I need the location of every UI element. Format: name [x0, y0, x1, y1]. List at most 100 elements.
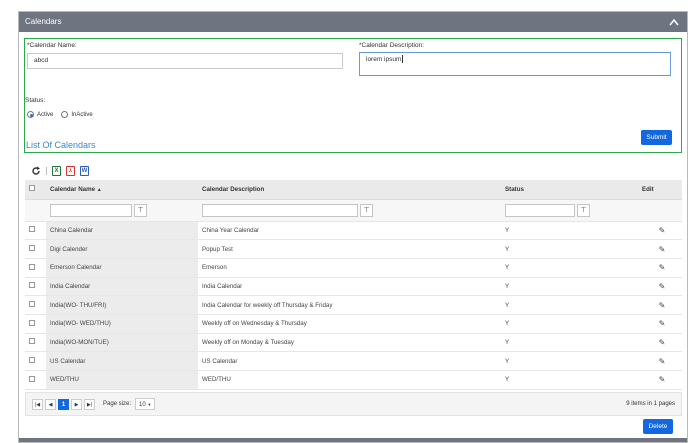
calendar-name-cell: India(WO- WED/THU) — [46, 314, 198, 334]
last-page-button[interactable]: ▶| — [84, 398, 95, 410]
page-number-button[interactable]: 1 — [58, 398, 69, 410]
status-filter-icon[interactable]: ⊤ — [577, 203, 590, 217]
page-size-select[interactable]: 10 ▼ — [135, 398, 156, 410]
panel-title: Calendars — [25, 17, 62, 26]
filter-row: ⊤ ⊤ ⊤ — [25, 199, 682, 222]
status-inactive-radio[interactable] — [61, 111, 69, 118]
row-checkbox[interactable] — [29, 375, 35, 382]
table-row[interactable]: Digi Calender Popup Test Y ✎ — [25, 239, 682, 259]
calendar-description-cell: US Calendar — [198, 351, 501, 371]
row-checkbox-cell[interactable] — [25, 314, 46, 334]
column-header-calendar-description[interactable]: Calendar Description — [198, 180, 501, 200]
table-row[interactable]: India Calendar India Calendar Y ✎ — [25, 277, 682, 297]
next-page-button[interactable]: ▶ — [71, 398, 82, 410]
calendar-name-cell: China Calendar — [46, 221, 198, 241]
sort-ascending-icon: ▲ — [96, 186, 102, 193]
row-checkbox-cell[interactable] — [25, 295, 46, 315]
edit-pencil-icon[interactable]: ✎ — [638, 370, 682, 390]
filter-cell-name: ⊤ — [46, 199, 198, 222]
list-title: List Of Calendars — [26, 140, 96, 150]
status-active-radio[interactable] — [27, 111, 34, 118]
calendar-name-cell: Emerson Calendar — [46, 258, 198, 278]
table-row[interactable]: India(WO- THU/FRI) India Calendar for wee… — [25, 295, 682, 315]
column-header-status[interactable]: Status — [501, 180, 638, 200]
status-cell: Y — [501, 239, 638, 259]
calendar-name-label: *Calendar Name: — [27, 42, 77, 49]
filter-cell-status: ⊤ — [501, 199, 638, 222]
toolbar-separator — [46, 167, 47, 175]
row-checkbox-cell[interactable] — [25, 258, 46, 278]
refresh-icon[interactable] — [31, 166, 41, 176]
select-all-cell[interactable] — [25, 180, 46, 200]
row-checkbox[interactable] — [29, 282, 35, 289]
table-row[interactable]: WED/THU WED/THU Y ✎ — [25, 370, 682, 390]
row-checkbox[interactable] — [29, 319, 35, 326]
calendar-name-input[interactable]: abcd — [27, 53, 343, 69]
edit-pencil-icon[interactable]: ✎ — [638, 351, 682, 371]
row-checkbox[interactable] — [29, 357, 35, 364]
calendar-description-cell: India Calendar — [198, 277, 501, 297]
description-filter-icon[interactable]: ⊤ — [360, 203, 373, 217]
calendar-name-cell: India(WO-MON/TUE) — [46, 333, 198, 353]
delete-button[interactable]: Delete — [643, 419, 673, 434]
row-checkbox-cell[interactable] — [25, 351, 46, 371]
table-row[interactable]: India(WO- WED/THU) Weekly off on Wednesda… — [25, 314, 682, 334]
column-header-calendar-name[interactable]: Calendar Name ▲ — [46, 180, 198, 200]
calendar-description-cell: Weekly off on Wednesday & Thursday — [198, 314, 501, 334]
calendar-description-value: lorem ipsum — [366, 56, 402, 63]
edit-pencil-icon[interactable]: ✎ — [638, 239, 682, 259]
name-filter-icon[interactable]: ⊤ — [134, 203, 147, 217]
row-checkbox[interactable] — [29, 245, 35, 252]
panel-footer-bar — [19, 438, 687, 442]
calendar-description-cell: China Year Calendar — [198, 221, 501, 241]
calendars-panel: Calendars *Calendar Name: abcd *Calendar… — [18, 11, 688, 443]
row-checkbox[interactable] — [29, 263, 35, 270]
filter-empty-cell — [638, 199, 682, 222]
word-icon[interactable]: W — [80, 166, 89, 176]
edit-pencil-icon[interactable]: ✎ — [638, 333, 682, 353]
name-filter-input[interactable] — [50, 203, 132, 217]
row-checkbox-cell[interactable] — [25, 277, 46, 297]
edit-pencil-icon[interactable]: ✎ — [638, 221, 682, 241]
pdf-icon[interactable]: ⅄ — [66, 166, 75, 176]
row-checkbox[interactable] — [29, 301, 35, 308]
panel-header[interactable]: Calendars — [19, 12, 687, 32]
calendars-grid: Calendar Name ▲ Calendar Description Sta… — [25, 180, 682, 390]
prev-page-button[interactable]: ◀ — [45, 398, 56, 410]
row-checkbox-cell[interactable] — [25, 221, 46, 241]
status-active-label: Active — [37, 111, 54, 118]
table-row[interactable]: US Calendar US Calendar Y ✎ — [25, 351, 682, 371]
edit-pencil-icon[interactable]: ✎ — [638, 258, 682, 278]
row-checkbox[interactable] — [29, 338, 35, 345]
status-filter-input[interactable] — [505, 203, 575, 217]
row-checkbox-cell[interactable] — [25, 333, 46, 353]
submit-button[interactable]: Submit — [641, 130, 672, 145]
calendar-name-cell: US Calendar — [46, 351, 198, 371]
table-row[interactable]: China Calendar China Year Calendar Y ✎ — [25, 221, 682, 241]
status-cell: Y — [501, 277, 638, 297]
table-row[interactable]: India(WO-MON/TUE) Weekly off on Monday & … — [25, 333, 682, 353]
calendar-description-input[interactable]: lorem ipsum — [359, 52, 671, 76]
page-size-value: 10 — [139, 402, 146, 408]
edit-pencil-icon[interactable]: ✎ — [638, 295, 682, 315]
status-cell: Y — [501, 333, 638, 353]
calendar-name-cell: India Calendar — [46, 277, 198, 297]
calendar-description-cell: Popup Test — [198, 239, 501, 259]
column-header-edit: Edit — [638, 180, 682, 200]
description-filter-input[interactable] — [202, 203, 358, 217]
first-page-button[interactable]: |◀ — [32, 398, 43, 410]
status-inactive-label: InActive — [71, 111, 93, 118]
calendar-description-cell: Emerson — [198, 258, 501, 278]
chevron-up-icon[interactable] — [669, 18, 679, 26]
calendar-description-cell: India Calendar for weekly off Thursday &… — [198, 295, 501, 315]
row-checkbox-cell[interactable] — [25, 370, 46, 390]
row-checkbox-cell[interactable] — [25, 239, 46, 259]
edit-pencil-icon[interactable]: ✎ — [638, 314, 682, 334]
calendar-name-cell: WED/THU — [46, 370, 198, 390]
calendar-name-cell: Digi Calender — [46, 239, 198, 259]
select-all-checkbox[interactable] — [29, 185, 35, 192]
table-row[interactable]: Emerson Calendar Emerson Y ✎ — [25, 258, 682, 278]
excel-icon[interactable]: X — [52, 166, 61, 176]
row-checkbox[interactable] — [29, 226, 35, 233]
edit-pencil-icon[interactable]: ✎ — [638, 277, 682, 297]
